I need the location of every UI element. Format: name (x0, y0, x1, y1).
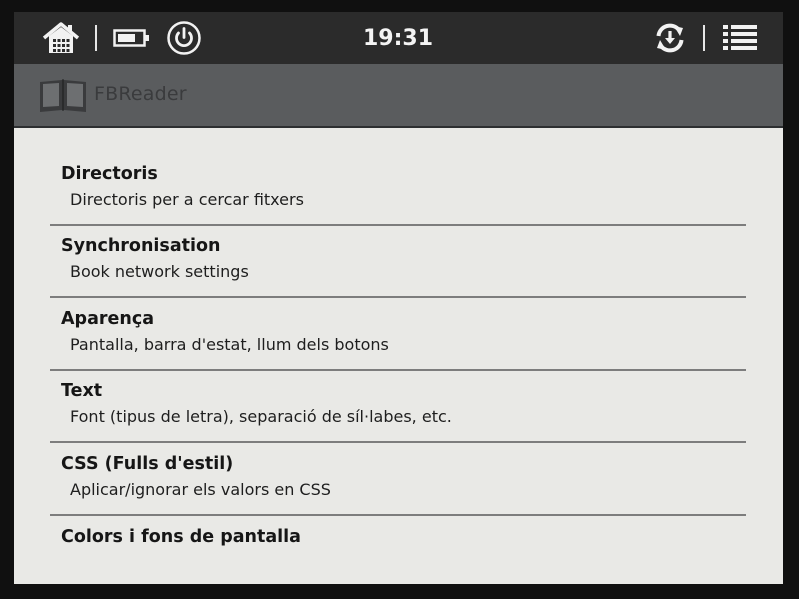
settings-item-aparenca[interactable]: Aparença Pantalla, barra d'estat, llum d… (50, 307, 746, 379)
settings-item-directoris[interactable]: Directoris Directoris per a cercar fitxe… (50, 162, 746, 234)
settings-item-subtitle: Pantalla, barra d'estat, llum dels boton… (70, 335, 389, 354)
list-divider (50, 514, 746, 516)
settings-item-css[interactable]: CSS (Fulls d'estil) Aplicar/ignorar els … (50, 452, 746, 524)
settings-item-title: Directoris (61, 164, 158, 184)
settings-item-colors[interactable]: Colors i fons de pantalla (50, 525, 746, 584)
list-divider (50, 441, 746, 443)
list-divider (50, 224, 746, 226)
power-icon[interactable] (164, 12, 204, 64)
menu-icon[interactable] (718, 12, 762, 64)
app-title-bar: FBReader (14, 64, 783, 128)
settings-item-subtitle: Aplicar/ignorar els valors en CSS (70, 480, 331, 499)
sync-icon[interactable] (650, 12, 690, 64)
settings-item-title: Text (61, 381, 103, 401)
settings-item-title: Synchronisation (61, 236, 221, 256)
list-divider (50, 296, 746, 298)
app-title: FBReader (94, 83, 187, 105)
settings-item-title: Colors i fons de pantalla (61, 527, 301, 547)
settings-item-subtitle: Directoris per a cercar fitxers (70, 190, 304, 209)
status-separator (94, 12, 98, 64)
settings-item-subtitle: Book network settings (70, 262, 249, 281)
book-icon (38, 76, 88, 114)
status-bar: 19:31 (14, 12, 783, 64)
list-divider (50, 369, 746, 371)
settings-item-subtitle: Font (tipus de letra), separació de síl·… (70, 407, 452, 426)
status-separator (702, 12, 706, 64)
settings-item-title: CSS (Fulls d'estil) (61, 454, 234, 474)
settings-item-title: Aparença (61, 309, 155, 329)
clock: 19:31 (362, 25, 434, 51)
settings-item-text[interactable]: Text Font (tipus de letra), separació de… (50, 379, 746, 451)
settings-item-synchronisation[interactable]: Synchronisation Book network settings (50, 234, 746, 306)
battery-icon (112, 12, 152, 64)
home-icon[interactable] (40, 12, 82, 64)
ereader-device: 19:31 FBReader Directoris Directoris per… (0, 0, 799, 599)
screen: 19:31 FBReader Directoris Directoris per… (14, 12, 783, 584)
